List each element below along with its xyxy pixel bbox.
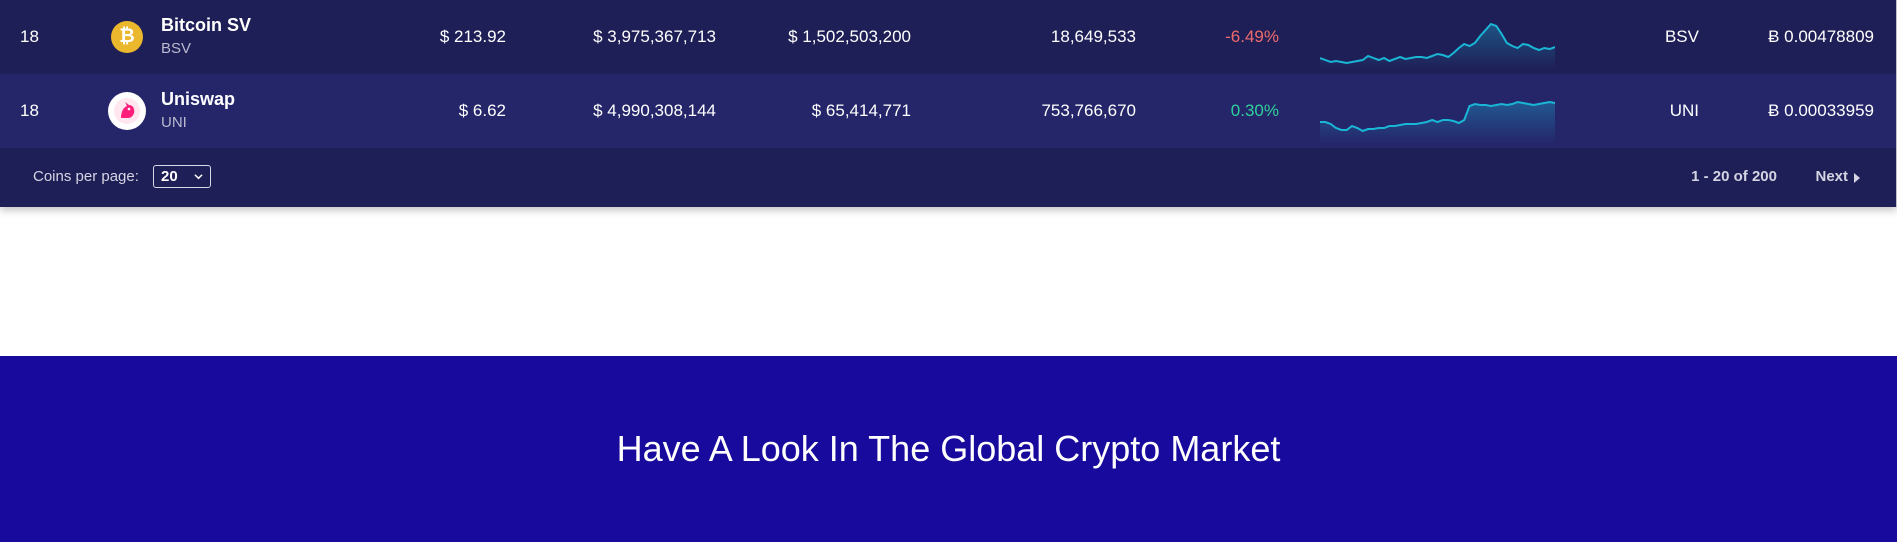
sparkline-chart — [1320, 100, 1555, 144]
sparkline-chart — [1320, 22, 1555, 70]
price-cell: $ 213.92 — [439, 27, 506, 46]
change-cell: 0.30% — [1230, 101, 1279, 120]
supply-cell: 753,766,670 — [1041, 101, 1136, 120]
global-market-banner: Have A Look In The Global Crypto Market — [0, 356, 1897, 542]
rank-cell: 18 — [20, 27, 39, 46]
banner-title: Have A Look In The Global Crypto Market — [616, 428, 1281, 469]
volume-cell: $ 1,502,503,200 — [788, 27, 911, 46]
chevron-down-icon — [194, 174, 203, 180]
coin-name[interactable]: Bitcoin SV — [161, 14, 251, 36]
coin-name-block[interactable]: Bitcoin SV BSV — [161, 14, 251, 58]
symbol-cell: BSV — [1664, 27, 1699, 46]
market-cap-cell: $ 4,990,308,144 — [593, 101, 716, 120]
btc-price-cell: Ƀ 0.00033959 — [1768, 101, 1874, 120]
bitcoin-sv-icon: ₿ — [111, 21, 143, 53]
coin-symbol: UNI — [161, 114, 187, 131]
coin-symbol: BSV — [161, 40, 192, 57]
next-page-label: Next — [1815, 168, 1848, 185]
caret-right-icon — [1854, 172, 1860, 183]
pagination-range: 1 - 20 of 200 — [1691, 168, 1777, 185]
market-cap-cell: $ 3,975,367,713 — [593, 27, 716, 46]
symbol-cell: UNI — [1669, 101, 1699, 120]
coins-per-page-select[interactable]: 20 — [153, 165, 211, 188]
volume-cell: $ 65,414,771 — [811, 101, 911, 120]
table-footer: Coins per page: 20 1 - 20 of 200 Next — [0, 148, 1896, 207]
btc-price-cell: Ƀ 0.00478809 — [1768, 27, 1874, 46]
price-cell: $ 6.62 — [458, 101, 506, 120]
table-row[interactable]: 18 Uniswap UNI $ 6.62 $ 4,990,308,144 $ … — [0, 74, 1896, 148]
table-row[interactable]: 18 ₿ Bitcoin SV BSV $ 213.92 $ 3,975,367… — [0, 0, 1896, 74]
coins-table: 18 ₿ Bitcoin SV BSV $ 213.92 $ 3,975,367… — [0, 0, 1897, 207]
uniswap-icon — [108, 92, 146, 130]
supply-cell: 18,649,533 — [1050, 27, 1136, 46]
coins-per-page-value: 20 — [161, 168, 178, 185]
change-cell: -6.49% — [1225, 27, 1279, 46]
unicorn-icon — [114, 98, 140, 124]
next-page-button[interactable]: Next — [1815, 168, 1860, 185]
coin-name[interactable]: Uniswap — [161, 88, 235, 110]
rank-cell: 18 — [20, 101, 39, 120]
coin-name-block[interactable]: Uniswap UNI — [161, 88, 235, 132]
coins-per-page-label: Coins per page: — [33, 168, 139, 185]
